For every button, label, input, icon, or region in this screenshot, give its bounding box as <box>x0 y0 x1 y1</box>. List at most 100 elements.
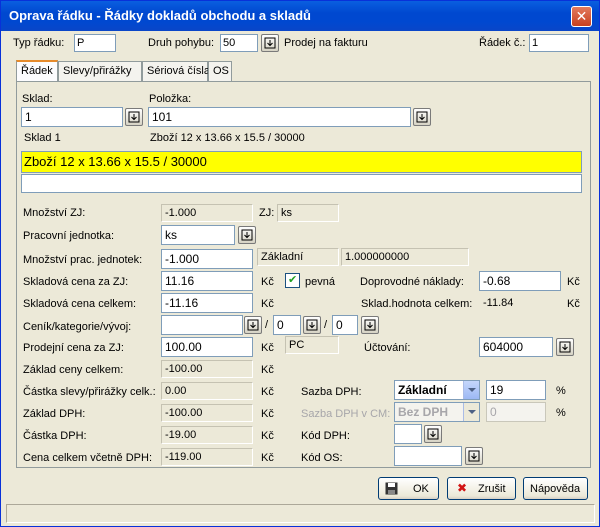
title-bar: Oprava řádku - Řádky dokladů obchodu a s… <box>1 1 599 31</box>
prac-jednotka-input[interactable]: ks <box>161 225 235 245</box>
skl-cena-celkem-input[interactable]: -11.16 <box>161 293 253 313</box>
mnozstvi-zj-value: -1.000 <box>161 204 253 222</box>
cena-celkem-value: -119.00 <box>161 448 253 466</box>
lookup-icon <box>468 450 480 462</box>
check-icon: ✔ <box>288 274 298 286</box>
tab-radek[interactable]: Řádek <box>16 60 58 82</box>
kc-label: Kč <box>261 408 274 420</box>
skl-cena-zj-label: Skladová cena za ZJ: <box>23 276 129 288</box>
window-title: Oprava řádku - Řádky dokladů obchodu a s… <box>9 8 311 23</box>
lookup-icon <box>416 111 428 123</box>
kc-label: Kč <box>261 298 274 310</box>
description-second-line[interactable] <box>21 174 582 193</box>
kod-dph-input[interactable] <box>394 424 422 444</box>
vyvoj-input[interactable]: 0 <box>332 315 358 335</box>
percent-label: % <box>556 407 566 419</box>
typ-radku-field[interactable]: P <box>74 34 116 52</box>
pc-value: PC <box>285 336 339 354</box>
pevna-label: pevná <box>305 276 335 288</box>
sklad-input[interactable]: 1 <box>21 107 123 127</box>
kod-dph-label: Kód DPH: <box>301 430 350 442</box>
cancel-icon: ✖ <box>457 481 468 495</box>
doprovodne-input[interactable]: -0.68 <box>479 271 561 291</box>
sazba-pct-input[interactable]: 19 <box>486 380 546 400</box>
lookup-icon <box>247 319 259 331</box>
prodejni-cena-label: Prodejní cena za ZJ: <box>23 342 124 354</box>
kategorie-lookup-button[interactable] <box>303 316 321 334</box>
prac-jednotka-lookup-button[interactable] <box>238 226 256 244</box>
lookup-icon <box>306 319 318 331</box>
sazba-cm-pct-input: 0 <box>486 402 546 422</box>
sklad-label: Sklad: <box>22 93 53 105</box>
sazba-dph-select[interactable]: Základní <box>394 380 480 400</box>
cenik-label: Ceník/kategorie/vývoj: <box>23 321 132 333</box>
ok-button[interactable]: OK <box>378 477 439 500</box>
cenik-lookup-button[interactable] <box>244 316 262 334</box>
prac-jednotka-label: Pracovní jednotka: <box>23 230 115 242</box>
sazba-dph-label: Sazba DPH: <box>301 386 362 398</box>
kc-label: Kč <box>261 342 274 354</box>
polozka-lookup-button[interactable] <box>413 108 431 126</box>
vyvoj-lookup-button[interactable] <box>361 316 379 334</box>
uctovani-lookup-button[interactable] <box>556 338 574 356</box>
cenik-input[interactable] <box>161 315 243 335</box>
kod-dph-lookup-button[interactable] <box>424 425 442 443</box>
castka-dph-label: Částka DPH: <box>23 430 87 442</box>
dialog-window: Oprava řádku - Řádky dokladů obchodu a s… <box>0 0 600 527</box>
druh-pohybu-lookup-button[interactable] <box>261 34 279 52</box>
castka-slevy-label: Částka slevy/přirážky celk.: <box>23 386 156 398</box>
castka-slevy-value: 0.00 <box>161 382 253 400</box>
zaklad-dph-value: -100.00 <box>161 404 253 422</box>
kod-os-input[interactable] <box>394 446 462 466</box>
doprovodne-label: Doprovodné náklady: <box>360 276 464 288</box>
lookup-icon <box>559 341 571 353</box>
chevron-down-icon <box>463 403 479 421</box>
druh-pohybu-text: Prodej na fakturu <box>281 35 451 53</box>
kod-os-lookup-button[interactable] <box>465 447 483 465</box>
zj-label: ZJ: <box>259 207 275 219</box>
radek-cislo-label: Řádek č.: <box>479 37 526 49</box>
sklad-lookup-button[interactable] <box>125 108 143 126</box>
druh-pohybu-field[interactable]: 50 <box>220 34 258 52</box>
typ-radku-label: Typ řádku: <box>13 37 65 49</box>
kc-label: Kč <box>261 452 274 464</box>
zakladni-koef: 1.000000000 <box>341 248 469 266</box>
tab-os[interactable]: OS <box>208 61 232 81</box>
skl-cena-celkem-label: Skladová cena celkem: <box>23 298 137 310</box>
uctovani-input[interactable]: 604000 <box>479 337 553 357</box>
napoveda-button[interactable]: Nápověda <box>523 477 588 500</box>
tab-slevy-prirazky[interactable]: Slevy/přirážky <box>58 61 142 81</box>
skl-hodnota-label: Sklad.hodnota celkem: <box>361 298 473 310</box>
polozka-input[interactable]: 101 <box>148 107 411 127</box>
pevna-checkbox[interactable]: ✔ <box>285 273 300 288</box>
kc-label: Kč <box>261 386 274 398</box>
kategorie-input[interactable]: 0 <box>273 315 301 335</box>
zakladni-label: Základní <box>257 248 339 266</box>
close-button[interactable]: ✕ <box>571 6 592 27</box>
percent-label: % <box>556 385 566 397</box>
skl-cena-zj-input[interactable]: 11.16 <box>161 271 253 291</box>
mnozstvi-prac-input[interactable]: -1.000 <box>161 249 253 269</box>
kod-os-label: Kód OS: <box>301 452 343 464</box>
zaklad-dph-label: Základ DPH: <box>23 408 86 420</box>
lookup-icon <box>241 229 253 241</box>
polozka-name: Zboží 12 x 13.66 x 15.5 / 30000 <box>147 130 407 148</box>
zj-value: ks <box>277 204 339 222</box>
lookup-icon <box>264 37 276 49</box>
prodejni-cena-input[interactable]: 100.00 <box>161 337 253 357</box>
kc-label: Kč <box>567 276 580 288</box>
tab-seriova-cisla[interactable]: Sériová čísla <box>142 61 210 81</box>
kc-label: Kč <box>261 364 274 376</box>
chevron-down-icon <box>463 381 479 399</box>
status-bar <box>6 504 595 523</box>
mnozstvi-prac-label: Množství prac. jednotek: <box>23 254 143 266</box>
sazba-cm-value: Bez DPH <box>398 405 449 419</box>
description-input[interactable]: Zboží 12 x 13.66 x 15.5 / 30000 <box>21 151 582 173</box>
uctovani-label: Účtování: <box>364 342 411 354</box>
zaklad-ceny-label: Základ ceny celkem: <box>23 364 124 376</box>
kc-label: Kč <box>567 298 580 310</box>
druh-pohybu-label: Druh pohybu: <box>148 37 215 49</box>
cena-celkem-label: Cena celkem včetně DPH: <box>23 452 152 464</box>
zrusit-button[interactable]: ✖ Zrušit <box>447 477 516 500</box>
kc-label: Kč <box>261 276 274 288</box>
